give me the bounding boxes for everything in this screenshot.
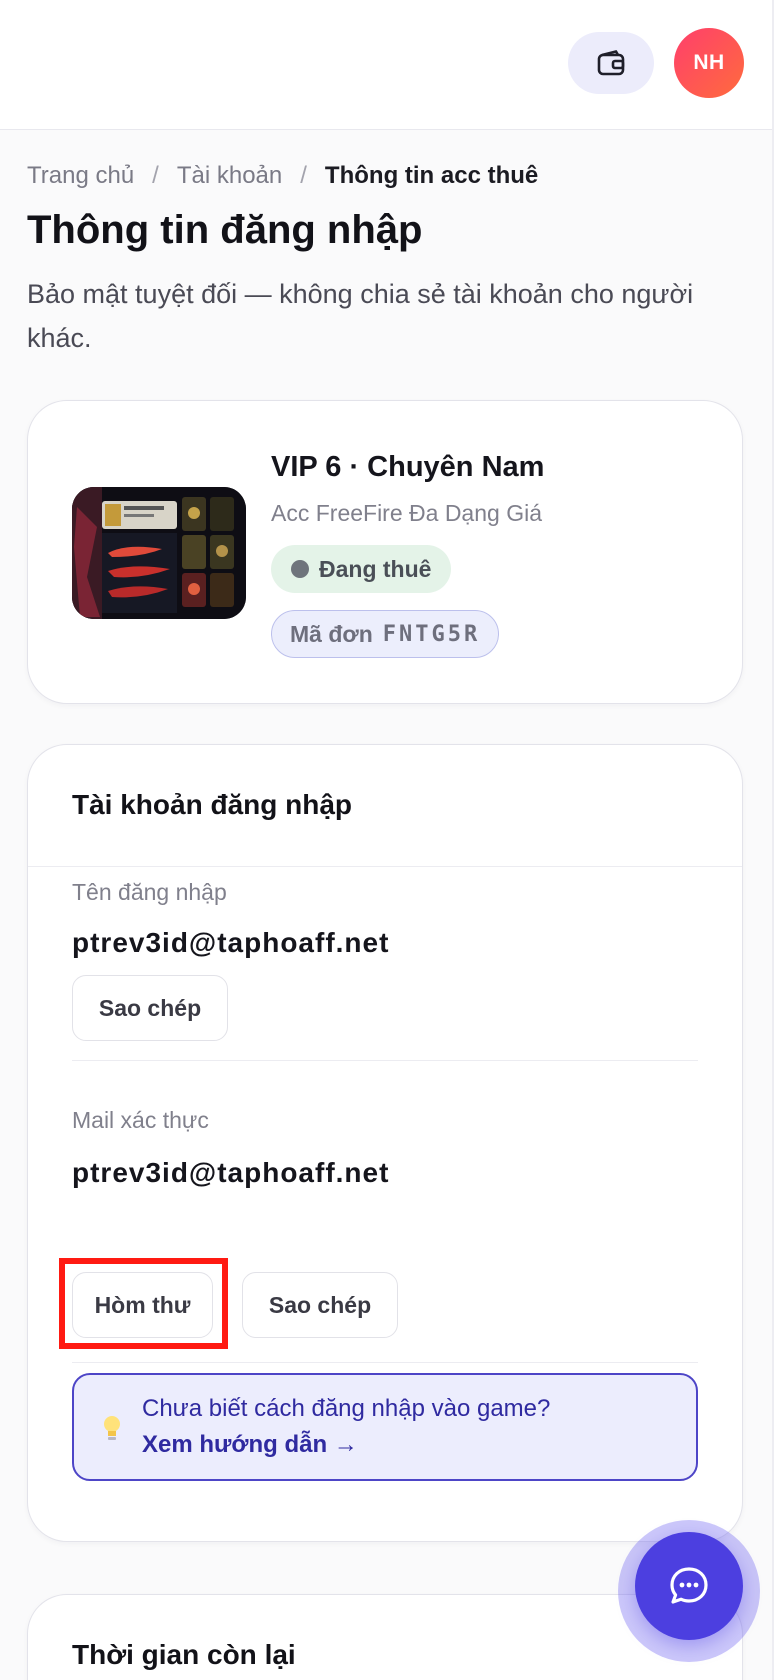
breadcrumb: Trang chủ / Tài khoản / Thông tin acc th… xyxy=(27,162,538,190)
username-value: ptrev3id@taphoaff.net xyxy=(72,927,390,958)
login-guide-tip: Chưa biết cách đăng nhập vào game? Xem h… xyxy=(72,1373,698,1481)
mail-value: ptrev3id@taphoaff.net xyxy=(72,1157,390,1188)
breadcrumb-separator: / xyxy=(300,162,307,189)
highlight-box xyxy=(59,1258,228,1349)
time-section-title: Thời gian còn lại xyxy=(72,1639,296,1670)
status-label: Đang thuê xyxy=(319,555,432,582)
order-label: Mã đơn xyxy=(290,620,373,647)
wallet-icon xyxy=(597,50,625,76)
breadcrumb-home[interactable]: Trang chủ xyxy=(27,162,134,190)
breadcrumb-separator: / xyxy=(152,162,159,189)
mail-label: Mail xác thực xyxy=(72,1107,209,1133)
product-name: VIP 6 · Chuyên Nam xyxy=(271,451,545,483)
divider xyxy=(28,866,742,867)
order-badge: Mã đơn FNTG5R xyxy=(271,610,500,658)
product-thumbnail xyxy=(72,487,246,619)
page: NH Trang chủ / Tài khoản / Thông tin acc… xyxy=(0,0,774,1680)
top-bar: NH xyxy=(0,0,774,130)
login-section-title: Tài khoản đăng nhập xyxy=(72,789,353,820)
avatar[interactable]: NH xyxy=(674,28,744,98)
status-dot-icon xyxy=(291,560,309,578)
guide-link[interactable]: Xem hướng dẫn → xyxy=(142,1431,358,1459)
copy-username-button[interactable]: Sao chép xyxy=(72,975,228,1041)
product-category: Acc FreeFire Đa Dạng Giá xyxy=(271,500,542,526)
page-subtitle: Bảo mật tuyệt đối — không chia sẻ tài kh… xyxy=(27,279,694,353)
status-badge: Đang thuê xyxy=(271,545,452,593)
chat-bubble-icon xyxy=(670,1567,708,1604)
divider xyxy=(72,1362,698,1363)
chat-button[interactable] xyxy=(635,1532,743,1640)
breadcrumb-current: Thông tin acc thuê xyxy=(324,162,539,189)
product-card: VIP 6 · Chuyên Nam Acc FreeFire Đa Dạng … xyxy=(27,400,743,704)
copy-mail-button[interactable]: Sao chép xyxy=(242,1272,398,1338)
divider xyxy=(72,1060,698,1061)
breadcrumb-accounts[interactable]: Tài khoản xyxy=(177,162,282,190)
wallet-button[interactable] xyxy=(568,32,654,94)
page-title: Thông tin đăng nhập xyxy=(27,208,423,252)
login-card: Tài khoản đăng nhập Tên đăng nhập ptrev3… xyxy=(27,744,743,1542)
tip-text: Chưa biết cách đăng nhập vào game? xyxy=(142,1395,551,1422)
order-code: FNTG5R xyxy=(382,621,481,647)
username-label: Tên đăng nhập xyxy=(72,879,227,905)
lightbulb-icon xyxy=(104,1416,120,1440)
